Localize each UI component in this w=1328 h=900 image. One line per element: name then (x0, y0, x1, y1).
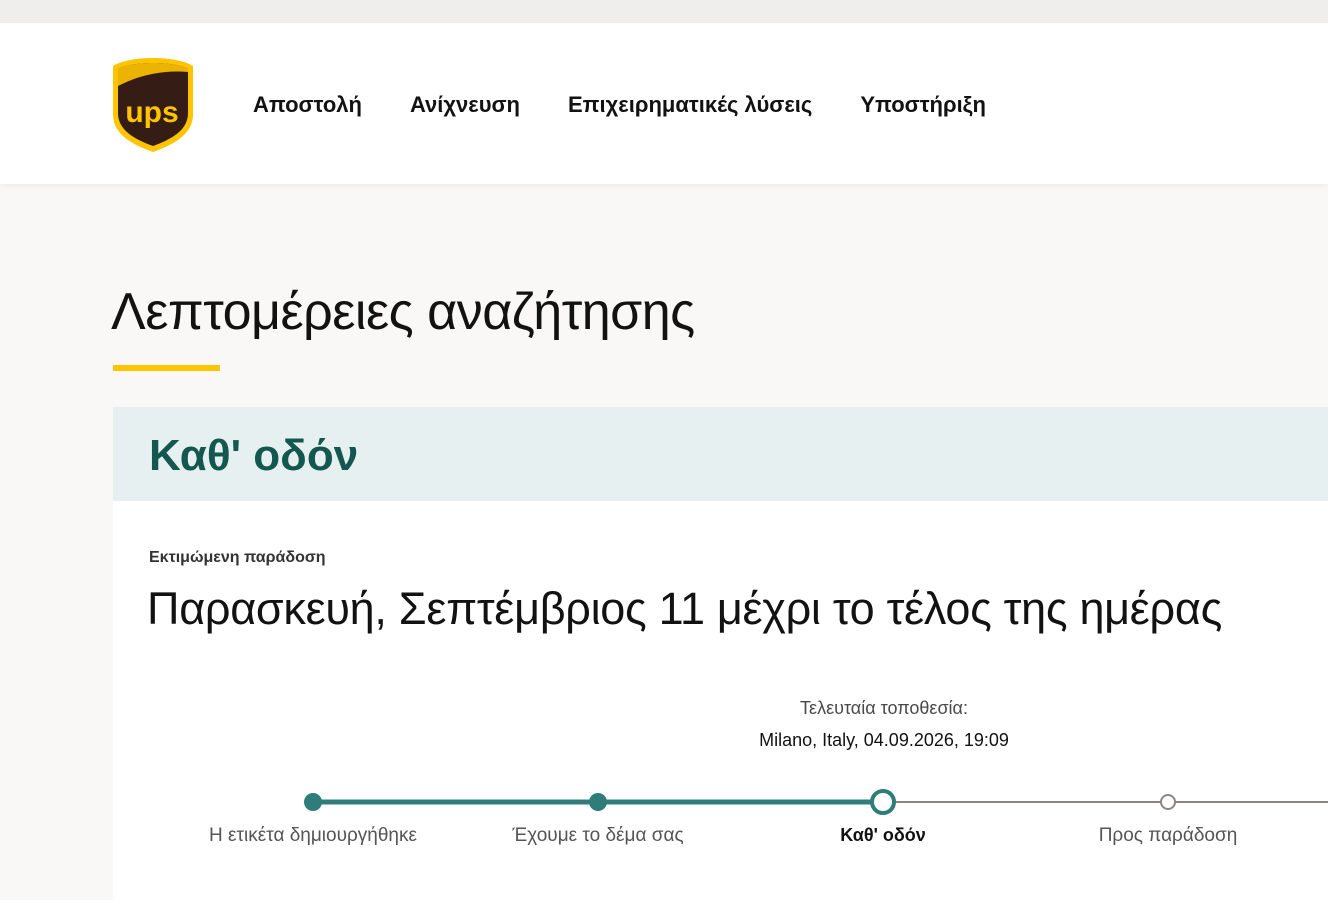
last-location-value: Milano, Italy, 04.09.2026, 19:09 (759, 730, 1009, 750)
page-title: Λεπτομέρειες αναζήτησης (111, 283, 695, 341)
step-label-in-transit: Καθ' οδόν (840, 825, 926, 845)
step-dot-out-for-delivery (1160, 794, 1176, 810)
title-underline (113, 365, 220, 371)
step-dot-received (589, 793, 607, 811)
ups-shield-icon: ups (113, 58, 193, 152)
svg-text:ups: ups (125, 96, 178, 129)
status-label: Καθ' οδόν (149, 431, 359, 480)
nav-item-tracking[interactable]: Ανίχνευση (410, 92, 520, 118)
nav-item-business-solutions[interactable]: Επιχειρηματικές λύσεις (568, 92, 812, 118)
nav-item-shipping[interactable]: Αποστολή (253, 92, 362, 118)
ups-logo[interactable]: ups (111, 56, 195, 154)
last-location-label: Τελευταία τοποθεσία: (800, 698, 968, 718)
step-label-received: Έχουμε το δέμα σας (512, 825, 684, 846)
tracking-card: Εκτιμώμενη παράδοση Παρασκευή, Σεπτέμβρι… (113, 501, 1328, 900)
top-utility-bar (0, 0, 1328, 23)
progress-tracker (304, 789, 1328, 815)
step-label-out-for-delivery: Προς παράδοση (1098, 825, 1238, 846)
step-dot-in-transit (870, 789, 896, 815)
site-header: ups Αποστολή Ανίχνευση Επιχειρηματικές λ… (0, 23, 1328, 184)
main-nav: Αποστολή Ανίχνευση Επιχειρηματικές λύσει… (253, 92, 986, 118)
nav-item-support[interactable]: Υποστήριξη (860, 92, 986, 118)
status-banner: Καθ' οδόν (113, 407, 1328, 501)
step-label-label-created: Η ετικέτα δημιουργήθηκε (209, 825, 417, 846)
estimated-delivery-label: Εκτιμώμενη παράδοση (149, 549, 326, 566)
step-dot-label-created (304, 793, 322, 811)
estimated-delivery-date: Παρασκευή, Σεπτέμβριος 11 μέχρι το τέλος… (147, 583, 1222, 634)
